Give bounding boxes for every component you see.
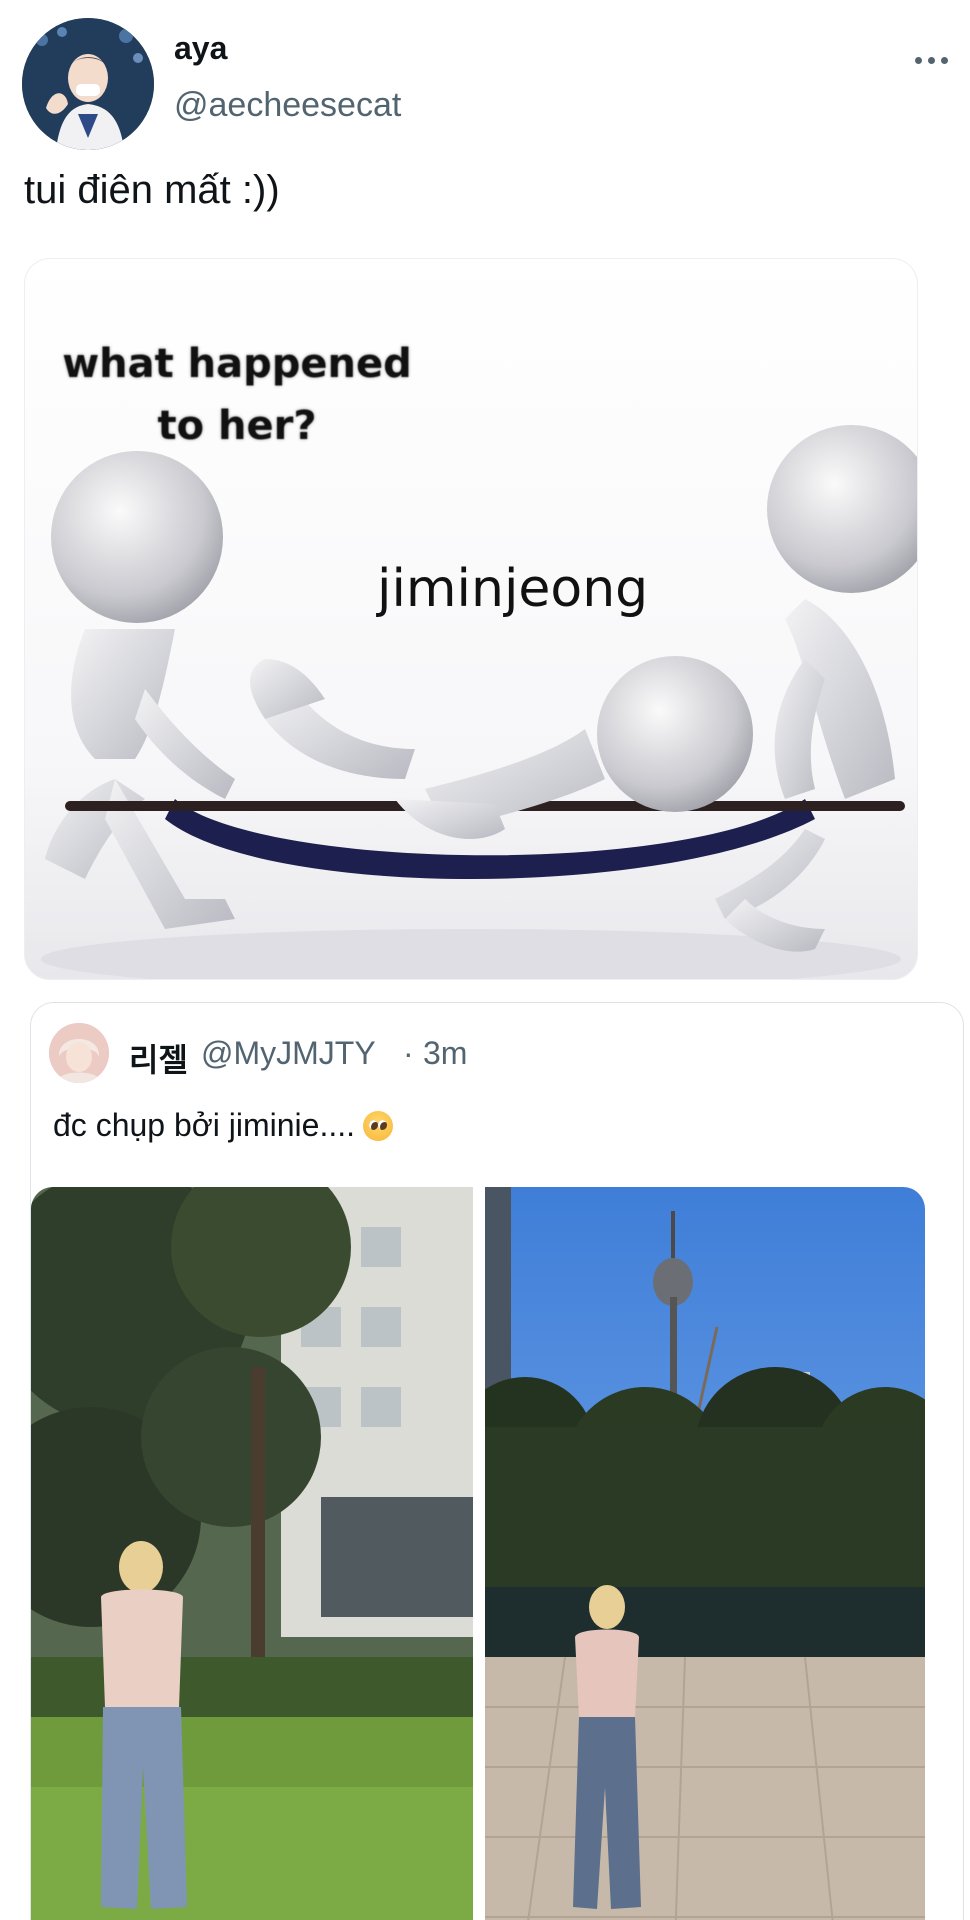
tweet-text: tui điên mất :)): [24, 168, 280, 212]
author-handle[interactable]: @aecheesecat: [174, 86, 401, 125]
quoted-handle[interactable]: @MyJMJTY: [201, 1035, 376, 1072]
tweet-image-meme[interactable]: what happened to her? jiminjeong: [24, 258, 918, 980]
city-tower-photo: [485, 1187, 925, 1920]
author-avatar[interactable]: [22, 18, 154, 150]
meme-caption-line-2: to her?: [157, 403, 317, 449]
avatar-image: [22, 18, 154, 150]
more-horizontal-icon: [915, 56, 922, 64]
meme-caption: what happened to her?: [47, 333, 427, 457]
quoted-tweet[interactable]: 리젤 @MyJMJTY · 3m đc chụp bởi jiminie....: [30, 1002, 964, 1920]
quoted-photo-park[interactable]: [31, 1187, 473, 1920]
quoted-text-body: đc chụp bởi jiminie....: [53, 1107, 355, 1143]
more-horizontal-icon-dot: [941, 56, 948, 64]
quoted-author-avatar[interactable]: [49, 1023, 109, 1083]
park-photo: [31, 1187, 473, 1920]
quoted-avatar-image: [49, 1023, 109, 1083]
quoted-timestamp[interactable]: 3m: [423, 1035, 467, 1072]
quoted-photo-tower[interactable]: [485, 1187, 925, 1920]
quoted-separator: ·: [403, 1035, 414, 1071]
meme-label: jiminjeong: [377, 559, 649, 619]
meme-caption-line-1: what happened: [62, 341, 412, 387]
more-options-button[interactable]: [868, 38, 948, 82]
author-display-name[interactable]: aya: [174, 30, 227, 67]
quoted-display-name[interactable]: 리젤: [129, 1035, 188, 1081]
more-horizontal-icon-dot: [928, 56, 935, 64]
pleading-face-emoji-icon: [363, 1111, 393, 1141]
tweet-page: aya @aecheesecat tui điên mất :)) what h…: [0, 0, 970, 1920]
quoted-text: đc chụp bởi jiminie....: [53, 1107, 393, 1144]
